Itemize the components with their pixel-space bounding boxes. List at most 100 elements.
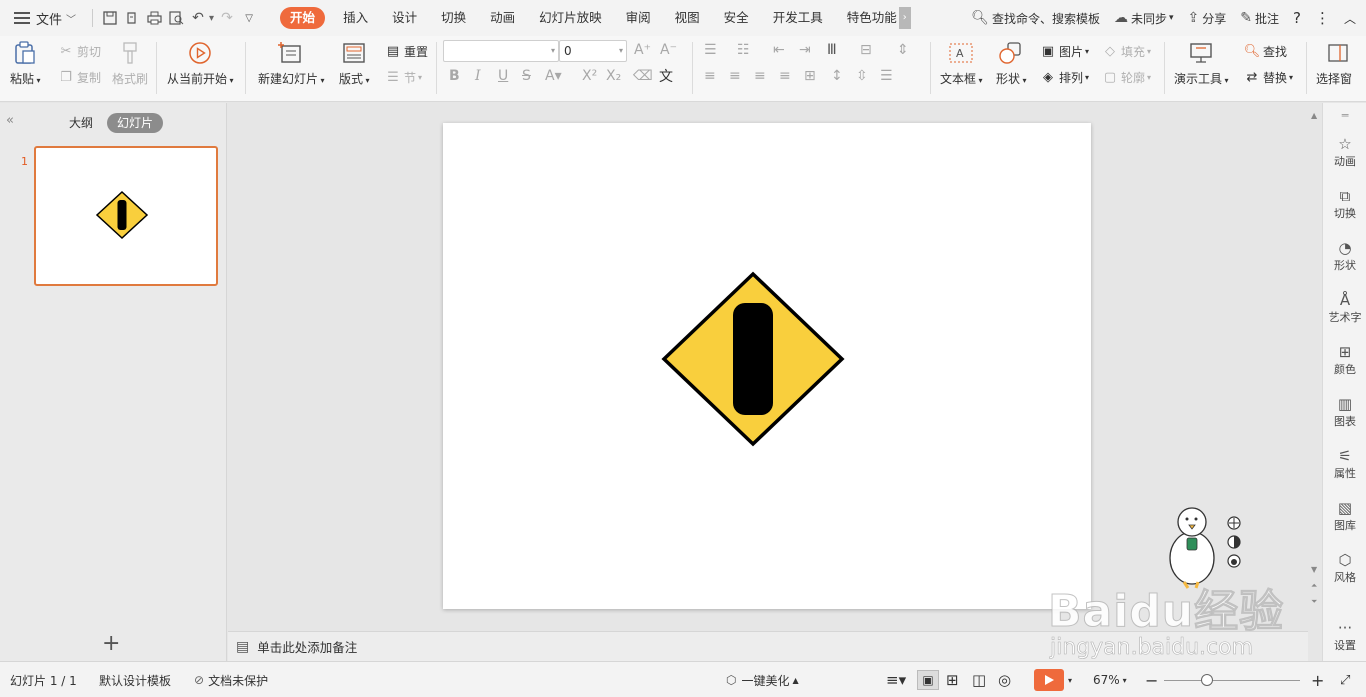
tab-developer[interactable]: 开发工具	[761, 0, 835, 36]
zoom-in-icon[interactable]: +	[1311, 662, 1324, 697]
numbered-list-icon[interactable]: ☷	[737, 42, 750, 58]
decrease-indent-icon[interactable]: ⇤	[773, 42, 785, 58]
tab-insert[interactable]: 插入	[331, 0, 380, 36]
tab-special-features[interactable]: 特色功能	[835, 0, 899, 36]
notes-area[interactable]: ▤ 单击此处添加备注	[228, 631, 1308, 661]
decrease-font-icon[interactable]: A⁻	[660, 42, 677, 58]
zoom-slider-handle[interactable]	[1201, 674, 1213, 686]
tab-view[interactable]: 视图	[663, 0, 712, 36]
sidebar-item-shape[interactable]: ◔ 形状	[1323, 239, 1366, 273]
tab-review[interactable]: 审阅	[614, 0, 663, 36]
notes-toggle-icon[interactable]: ≡▾	[886, 662, 906, 697]
reading-view-icon[interactable]: ◫	[972, 662, 986, 697]
undo-dropdown-icon[interactable]: ▾	[209, 13, 214, 24]
play-from-current-button[interactable]: 从当前开始 ▾	[167, 40, 234, 87]
distribute-icon[interactable]: ⊞	[804, 68, 816, 84]
bullet-list-icon[interactable]: ☰	[704, 42, 717, 58]
zoom-out-icon[interactable]: −	[1145, 662, 1158, 697]
tab-slides[interactable]: 幻灯片	[107, 113, 164, 133]
tab-security[interactable]: 安全	[712, 0, 761, 36]
replace-button[interactable]: ⇄ 替换 ▾	[1244, 69, 1293, 86]
font-size-select[interactable]: 0 ▾	[559, 40, 627, 62]
tab-transition[interactable]: 切换	[429, 0, 478, 36]
line-spacing-icon[interactable]: ⇕	[897, 42, 909, 58]
slide-canvas[interactable]	[443, 123, 1091, 609]
hamburger-menu-icon[interactable]	[14, 12, 30, 24]
undo-icon[interactable]: ↶	[187, 7, 209, 29]
superscript-icon[interactable]: X²	[582, 68, 597, 84]
export-pdf-icon[interactable]	[121, 7, 143, 29]
chevron-down-icon[interactable]: ﹀	[66, 11, 76, 26]
columns-icon[interactable]: ⇳	[856, 68, 868, 84]
print-icon[interactable]	[143, 7, 165, 29]
italic-icon[interactable]: I	[475, 68, 481, 84]
align-right-icon[interactable]: ≡	[754, 68, 766, 84]
next-slide-icon[interactable]: ⏷	[1311, 597, 1317, 607]
sidebar-item-wordart[interactable]: Å 艺术字	[1323, 291, 1366, 325]
sidebar-item-gallery[interactable]: ▧ 图库	[1323, 499, 1366, 533]
black-rounded-bar-shape[interactable]	[733, 303, 773, 415]
reset-button[interactable]: ▤ 重置	[385, 43, 428, 60]
tab-home[interactable]: 开始	[280, 7, 326, 29]
font-color-icon[interactable]: A▾	[545, 68, 562, 84]
tab-slideshow[interactable]: 幻灯片放映	[527, 0, 614, 36]
text-effect-icon[interactable]: 文	[659, 66, 673, 86]
layout-button[interactable]: 版式 ▾	[339, 40, 370, 87]
slide-sorter-icon[interactable]: ⊞	[946, 662, 959, 697]
copy-button[interactable]: ❐ 复制	[58, 69, 101, 86]
text-box-button[interactable]: A 文本框 ▾	[940, 40, 983, 87]
one-click-beautify-button[interactable]: ⬡ 一键美化 ▲	[726, 662, 799, 697]
sidebar-item-transition[interactable]: ⧉ 切换	[1323, 187, 1366, 221]
shape-button[interactable]: 形状 ▾	[996, 40, 1027, 87]
normal-view-icon[interactable]: ▣	[917, 662, 939, 697]
increase-font-icon[interactable]: A⁺	[634, 42, 651, 58]
sidebar-item-animation[interactable]: ☆ 动画	[1323, 135, 1366, 169]
slideshow-play-button[interactable]	[1034, 669, 1064, 691]
sidebar-item-color[interactable]: ⊞ 颜色	[1323, 343, 1366, 377]
picture-button[interactable]: ▣ 图片 ▾	[1040, 43, 1089, 60]
prev-slide-icon[interactable]: ⏶	[1311, 581, 1317, 591]
save-icon[interactable]	[99, 7, 121, 29]
slide-thumbnail[interactable]	[34, 146, 218, 286]
tab-animation[interactable]: 动画	[478, 0, 527, 36]
customize-toolbar-icon[interactable]: ▽	[238, 7, 260, 29]
zoom-level[interactable]: 67% ▾	[1093, 662, 1127, 697]
tabs-scroll-right-icon[interactable]: ›	[898, 7, 911, 29]
subscript-icon[interactable]: X₂	[606, 68, 621, 84]
section-button[interactable]: ☰ 节 ▾	[385, 69, 422, 86]
align-left-icon[interactable]: ≡	[704, 68, 716, 84]
document-protection[interactable]: ⊘ 文档未保护	[194, 662, 268, 697]
file-menu[interactable]: 文件	[36, 9, 62, 28]
add-slide-icon[interactable]: +	[102, 631, 120, 656]
underline-icon[interactable]: U	[498, 68, 508, 84]
paragraph-options-icon[interactable]: ☰	[880, 68, 893, 84]
scroll-up-icon[interactable]: ▲	[1311, 111, 1317, 120]
fit-window-icon[interactable]: ⤢	[1340, 662, 1350, 697]
cut-button[interactable]: ✂ 剪切	[58, 43, 101, 60]
collapse-ribbon-icon[interactable]: ︿	[1344, 10, 1356, 27]
sidebar-item-style[interactable]: ⬡ 风格	[1323, 551, 1366, 585]
tab-outline[interactable]: 大纲	[69, 113, 93, 133]
scroll-down-icon[interactable]: ▼	[1311, 565, 1317, 574]
sidebar-item-chart[interactable]: ▥ 图表	[1323, 395, 1366, 429]
vertical-scrollbar[interactable]: ▲ ▼ ⏶ ⏷	[1308, 103, 1322, 631]
align-center-icon[interactable]: ≡	[729, 68, 741, 84]
fill-button[interactable]: ◇ 填充 ▾	[1102, 43, 1151, 60]
comment-button[interactable]: ✎ 批注	[1240, 10, 1279, 27]
font-family-select[interactable]: ▾	[443, 40, 559, 62]
paste-button[interactable]: 粘贴 ▾	[10, 40, 41, 87]
collapse-panel-icon[interactable]: «	[6, 113, 14, 128]
increase-indent-icon[interactable]: ⇥	[799, 42, 811, 58]
presentation-tools-button[interactable]: 演示工具 ▾	[1174, 40, 1229, 87]
selection-pane-button[interactable]: 选择窗	[1316, 40, 1366, 87]
clear-format-icon[interactable]: ⌫	[633, 68, 653, 84]
zoom-slider[interactable]	[1164, 680, 1300, 681]
help-icon[interactable]: ?	[1293, 9, 1301, 27]
strikethrough-icon[interactable]: S	[522, 68, 531, 84]
format-painter-button[interactable]: 格式刷	[112, 40, 148, 87]
align-text-icon[interactable]: ⊟	[860, 42, 872, 58]
redo-icon[interactable]: ↷	[216, 7, 238, 29]
bold-icon[interactable]: B	[449, 68, 460, 84]
find-button[interactable]: 🔍︎ 查找	[1244, 43, 1287, 60]
design-template[interactable]: 默认设计模板	[99, 662, 171, 697]
